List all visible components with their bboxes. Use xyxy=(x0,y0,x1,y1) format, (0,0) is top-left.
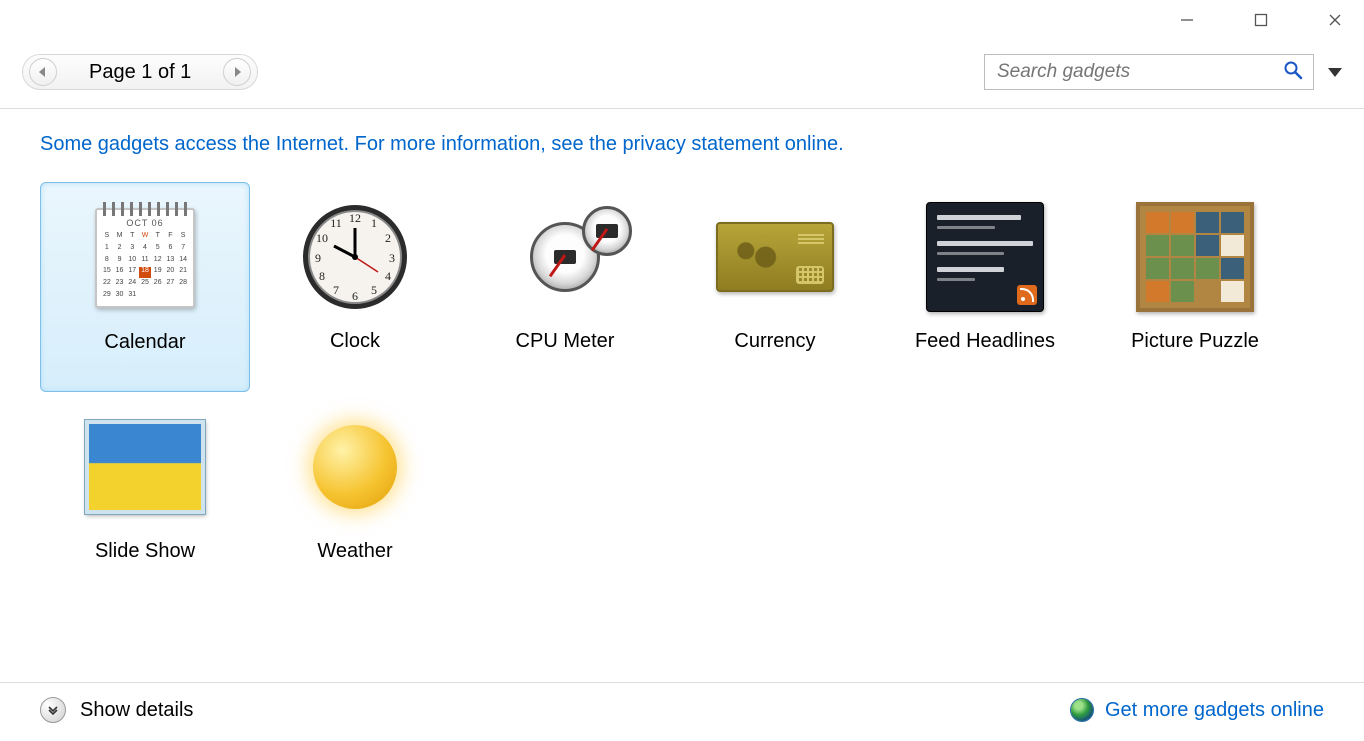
globe-icon xyxy=(1071,699,1093,721)
gadget-label: Currency xyxy=(734,330,815,353)
search-box[interactable] xyxy=(984,54,1314,90)
svg-text:10: 10 xyxy=(316,231,328,245)
gadget-weather[interactable]: Weather xyxy=(250,392,460,602)
picture-puzzle-icon xyxy=(1130,192,1260,322)
title-bar xyxy=(0,0,1364,40)
feed-headlines-icon xyxy=(920,192,1050,322)
gadget-calendar[interactable]: OCT 06 SMTWTFS 1234567 891011121314 1516… xyxy=(40,182,250,392)
clock-icon: 12 3 6 9 12 45 78 1011 xyxy=(290,192,420,322)
gadget-label: Clock xyxy=(330,330,380,353)
gadget-grid: OCT 06 SMTWTFS 1234567 891011121314 1516… xyxy=(0,162,1364,622)
pager-prev-button[interactable] xyxy=(29,58,57,86)
slide-show-icon xyxy=(80,402,210,532)
svg-text:3: 3 xyxy=(389,251,395,265)
toolbar: Page 1 of 1 xyxy=(0,40,1364,108)
get-more-gadgets-link[interactable]: Get more gadgets online xyxy=(1071,699,1324,722)
gadget-label: CPU Meter xyxy=(516,330,615,353)
gadget-label: Calendar xyxy=(104,331,185,354)
gadget-label: Picture Puzzle xyxy=(1131,330,1259,353)
svg-text:11: 11 xyxy=(330,216,342,230)
get-more-gadgets-label: Get more gadgets online xyxy=(1105,699,1324,722)
privacy-notice-link[interactable]: Some gadgets access the Internet. For mo… xyxy=(0,109,1364,162)
gadget-slide-show[interactable]: Slide Show xyxy=(40,392,250,602)
gadget-clock[interactable]: 12 3 6 9 12 45 78 1011 Clock xyxy=(250,182,460,392)
minimize-button[interactable] xyxy=(1164,5,1210,35)
footer: Show details Get more gadgets online xyxy=(0,682,1364,741)
svg-text:8: 8 xyxy=(319,269,325,283)
gadget-currency[interactable]: Currency xyxy=(670,182,880,392)
calendar-icon: OCT 06 SMTWTFS 1234567 891011121314 1516… xyxy=(80,193,210,323)
gadget-feed-headlines[interactable]: Feed Headlines xyxy=(880,182,1090,392)
pager: Page 1 of 1 xyxy=(22,54,258,90)
weather-icon xyxy=(290,402,420,532)
cpu-meter-icon xyxy=(500,192,630,322)
svg-text:4: 4 xyxy=(385,269,391,283)
svg-text:7: 7 xyxy=(333,283,339,297)
pager-next-button[interactable] xyxy=(223,58,251,86)
chevron-down-icon xyxy=(40,697,66,723)
search-input[interactable] xyxy=(995,60,1277,84)
pager-label: Page 1 of 1 xyxy=(61,61,219,84)
svg-text:9: 9 xyxy=(315,251,321,265)
search-icon[interactable] xyxy=(1283,60,1303,84)
gadget-label: Weather xyxy=(317,540,392,563)
gadget-cpu-meter[interactable]: CPU Meter xyxy=(460,182,670,392)
close-button[interactable] xyxy=(1312,5,1358,35)
gadget-label: Feed Headlines xyxy=(915,330,1055,353)
search-options-dropdown[interactable] xyxy=(1328,68,1342,77)
currency-icon xyxy=(710,192,840,322)
svg-text:12: 12 xyxy=(349,211,361,225)
svg-text:2: 2 xyxy=(385,231,391,245)
svg-text:1: 1 xyxy=(371,216,377,230)
svg-text:6: 6 xyxy=(352,289,358,303)
gadget-label: Slide Show xyxy=(95,540,195,563)
maximize-button[interactable] xyxy=(1238,5,1284,35)
search-wrap xyxy=(984,54,1342,90)
show-details-button[interactable]: Show details xyxy=(40,697,193,723)
gadget-picture-puzzle[interactable]: Picture Puzzle xyxy=(1090,182,1300,392)
show-details-label: Show details xyxy=(80,699,193,722)
svg-text:5: 5 xyxy=(371,283,377,297)
